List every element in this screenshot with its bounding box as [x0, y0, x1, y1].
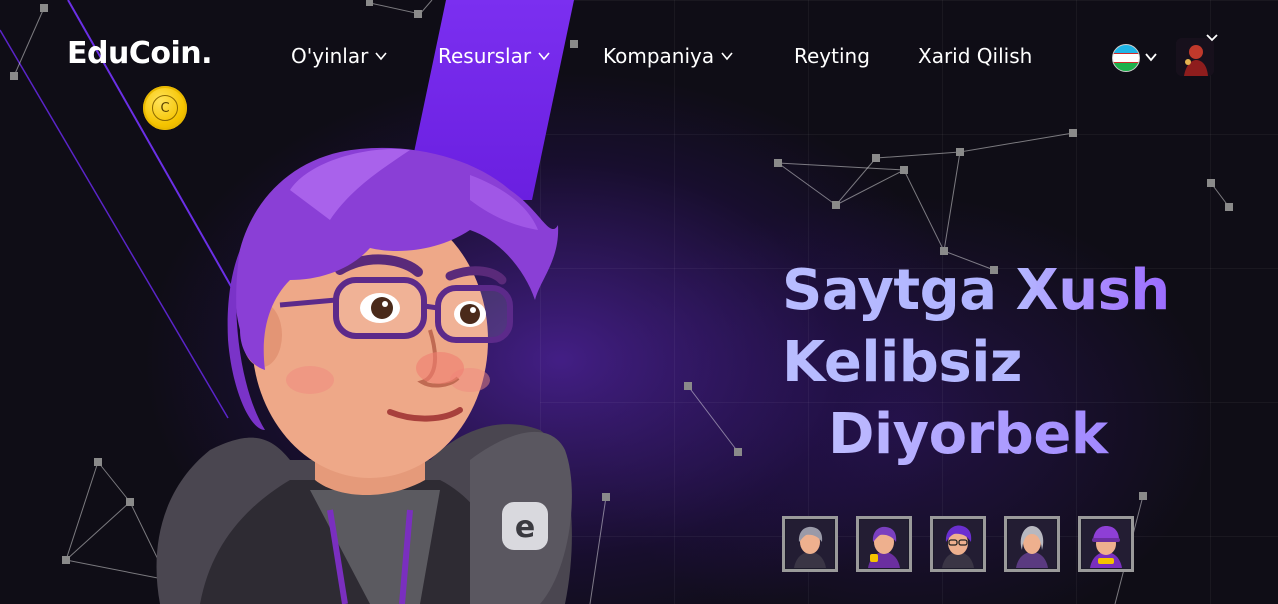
- avatar-portrait-icon: [860, 520, 908, 568]
- hero-headline: Saytga Xush Kelibsiz Diyorbek: [782, 255, 1170, 471]
- nav-item-kompaniya[interactable]: Kompaniya: [603, 44, 734, 68]
- avatar-option-4[interactable]: [1004, 516, 1060, 572]
- avatar-option-5[interactable]: [1078, 516, 1134, 572]
- avatar-selector: [782, 516, 1134, 572]
- nav-item-label: Xarid Qilish: [918, 44, 1033, 68]
- nav-item-reyting[interactable]: Reyting: [794, 44, 870, 68]
- coin-icon: C: [143, 86, 187, 130]
- headline-line-2: Kelibsiz: [782, 327, 1170, 399]
- coin-letter: C: [152, 95, 178, 121]
- avatar-option-3[interactable]: [930, 516, 986, 572]
- nav-item-label: O'yinlar: [291, 44, 369, 68]
- avatar-portrait-icon: [934, 520, 982, 568]
- nav-item-xarid-qilish[interactable]: Xarid Qilish: [918, 44, 1032, 68]
- headline-line-1: Saytga Xush: [782, 255, 1170, 327]
- avatar-portrait-icon: [1082, 520, 1130, 568]
- avatar-portrait-icon: [786, 520, 834, 568]
- nav-item-label: Reyting: [794, 44, 870, 68]
- headline-word-xush: Xush: [1015, 258, 1171, 323]
- headline-username: Diyorbek: [782, 399, 1170, 471]
- svg-text:e: e: [515, 510, 535, 545]
- avatar-portrait-icon: [1008, 520, 1056, 568]
- language-chevron-down-icon[interactable]: [1144, 50, 1158, 64]
- hero-character-illustration: e: [156, 147, 572, 604]
- chevron-down-icon: [721, 52, 733, 61]
- language-flag-icon[interactable]: [1112, 44, 1140, 72]
- avatar-option-2[interactable]: [856, 516, 912, 572]
- account-chevron-down-icon[interactable]: [1206, 32, 1218, 44]
- nav-item-label: Resurslar: [438, 44, 532, 68]
- headline-word-saytga: Saytga: [782, 258, 997, 323]
- brand-logo[interactable]: EduCoin.: [67, 36, 213, 71]
- chevron-down-icon: [375, 52, 387, 61]
- avatar-option-1[interactable]: [782, 516, 838, 572]
- nav-item-label: Kompaniya: [603, 44, 715, 68]
- chevron-down-icon: [538, 52, 550, 61]
- nav-item-oyinlar[interactable]: O'yinlar: [291, 44, 388, 68]
- nav-item-resurslar[interactable]: Resurslar: [438, 44, 551, 68]
